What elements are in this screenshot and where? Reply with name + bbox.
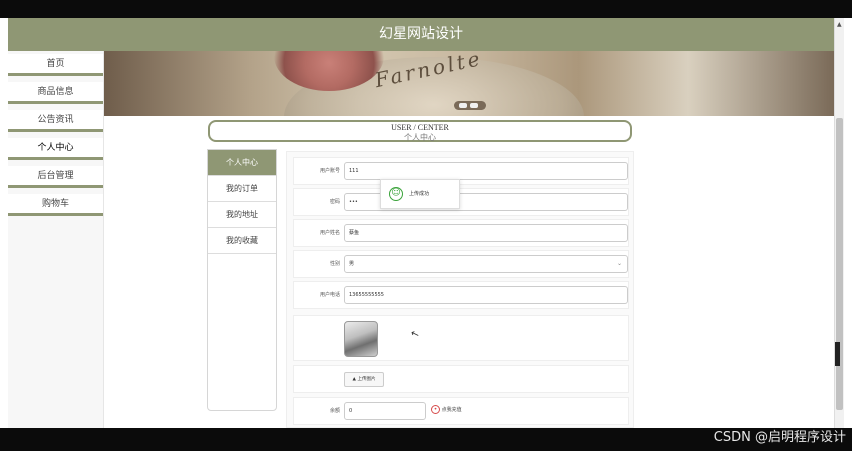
- carousel-dot-2[interactable]: [470, 103, 478, 108]
- account-input[interactable]: 111: [344, 162, 628, 180]
- sidebar-item-news[interactable]: 公告资讯: [8, 110, 103, 132]
- upload-button-label: 上传图片: [357, 377, 376, 382]
- scroll-up-icon[interactable]: ▲: [837, 21, 842, 28]
- sidebar-item-products[interactable]: 商品信息: [8, 82, 103, 104]
- carousel-indicator: [454, 101, 486, 110]
- name-label: 用户姓名: [319, 230, 340, 236]
- form-row-upload: ▲ 上传图片: [293, 365, 629, 393]
- recharge-icon: •: [431, 405, 440, 414]
- tab-my-orders[interactable]: 我的订单: [208, 176, 276, 202]
- form-row-gender: 性别 男 ⌄: [293, 250, 629, 278]
- form-row-balance: 余额 0 • 点我充值: [293, 397, 629, 425]
- toast-message: 上传成功: [409, 191, 430, 197]
- gender-value: 男: [349, 261, 355, 267]
- sidebar-item-admin[interactable]: 后台管理: [8, 166, 103, 188]
- section-title-en: USER / CENTER: [391, 123, 449, 132]
- site-title: 幻星网站设计: [379, 26, 463, 42]
- watermark: CSDN @启明程序设计: [713, 430, 846, 445]
- avatar[interactable]: [344, 321, 378, 357]
- phone-label: 用户电话: [319, 292, 340, 298]
- scroll-thumb[interactable]: [836, 118, 843, 410]
- chevron-down-icon: ⌄: [616, 260, 622, 267]
- balance-input[interactable]: 0: [344, 402, 426, 420]
- upload-icon: ▲: [352, 377, 357, 382]
- tab-my-address[interactable]: 我的地址: [208, 202, 276, 228]
- page-scrollbar[interactable]: ▲: [834, 18, 844, 428]
- section-title: USER / CENTER 个人中心: [208, 120, 632, 142]
- balance-label: 余额: [329, 408, 340, 414]
- form-row-password: 密码 •••: [293, 188, 629, 216]
- phone-input[interactable]: 13655555555: [344, 286, 628, 304]
- user-center-nav: 个人中心 我的订单 我的地址 我的收藏: [207, 149, 277, 411]
- form-row-phone: 用户电话 13655555555: [293, 281, 629, 309]
- account-label: 用户账号: [319, 168, 340, 174]
- gender-label: 性别: [329, 261, 340, 267]
- carousel-dot-1[interactable]: [459, 103, 467, 108]
- banner-carousel: Farnolte: [104, 51, 834, 116]
- screen-top-bar: [0, 0, 852, 18]
- profile-form: 用户账号 111 密码 ••• 用户姓名 蔡鱼 性别 男 ⌄ 用户电话 1365…: [286, 151, 634, 428]
- tab-user-center[interactable]: 个人中心: [208, 150, 276, 176]
- upload-image-button[interactable]: ▲ 上传图片: [344, 372, 384, 387]
- smile-icon: ☺: [389, 187, 403, 201]
- side-handle[interactable]: [835, 342, 840, 366]
- name-input[interactable]: 蔡鱼: [344, 224, 628, 242]
- gender-select[interactable]: 男 ⌄: [344, 255, 628, 273]
- form-row-avatar: [293, 315, 629, 361]
- sidebar: 首页 商品信息 公告资讯 个人中心 后台管理 购物车: [8, 51, 104, 428]
- form-row-account: 用户账号 111: [293, 157, 629, 185]
- password-label: 密码: [329, 199, 340, 205]
- section-title-cn: 个人中心: [404, 133, 436, 142]
- tab-my-favorites[interactable]: 我的收藏: [208, 228, 276, 254]
- sidebar-item-home[interactable]: 首页: [8, 54, 103, 76]
- recharge-link[interactable]: • 点我充值: [431, 405, 462, 414]
- form-row-name: 用户姓名 蔡鱼: [293, 219, 629, 247]
- site-header: 幻星网站设计: [8, 18, 834, 51]
- recharge-label: 点我充值: [441, 407, 462, 413]
- success-toast: ☺ 上传成功: [380, 179, 460, 209]
- sidebar-item-user-center[interactable]: 个人中心: [8, 138, 103, 160]
- sidebar-item-cart[interactable]: 购物车: [8, 194, 103, 216]
- page: 幻星网站设计 首页 商品信息 公告资讯 个人中心 后台管理 购物车 Farnol…: [8, 18, 834, 428]
